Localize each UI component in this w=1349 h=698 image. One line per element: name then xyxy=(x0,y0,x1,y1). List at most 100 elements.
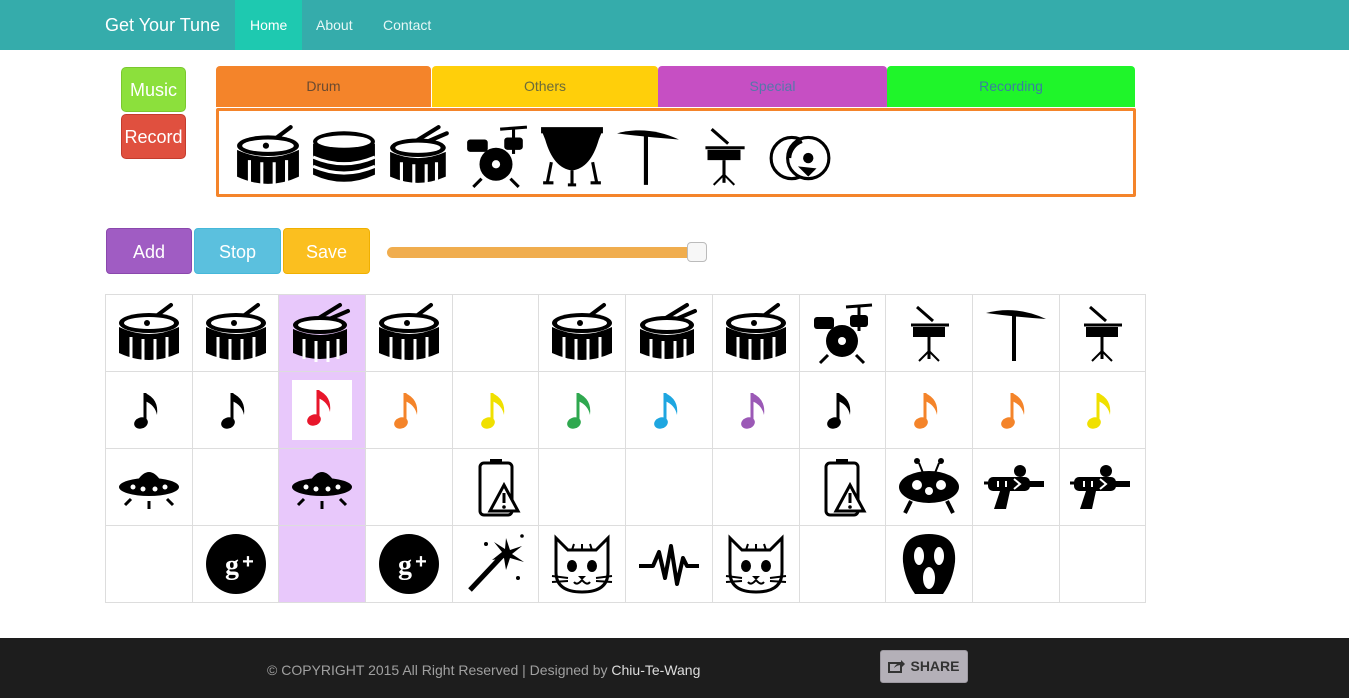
grid-cell[interactable] xyxy=(625,294,713,372)
share-button[interactable]: SHARE xyxy=(880,650,968,683)
grid-cell[interactable] xyxy=(798,448,887,526)
music-note-icon xyxy=(1060,389,1146,431)
grid-cell[interactable] xyxy=(798,371,887,449)
timpani-icon[interactable] xyxy=(539,123,605,189)
gplus-icon: g + xyxy=(378,534,439,594)
grid-cell[interactable] xyxy=(885,448,973,526)
add-button[interactable]: Add xyxy=(106,228,192,274)
grid-cell[interactable]: g + xyxy=(365,525,453,603)
grid-cell[interactable] xyxy=(365,371,453,449)
raygun-icon xyxy=(1070,465,1131,509)
grid-cell[interactable] xyxy=(278,294,367,372)
share-icon xyxy=(888,660,906,673)
grid-cell[interactable] xyxy=(451,525,540,603)
grid-cell[interactable] xyxy=(711,371,800,449)
grid-cell[interactable] xyxy=(105,448,193,526)
drum-stick-icon xyxy=(293,303,351,362)
tab-special[interactable]: Special xyxy=(658,66,887,107)
grid-cell[interactable] xyxy=(105,294,193,372)
grid-cell[interactable] xyxy=(798,294,887,372)
grid-cell[interactable] xyxy=(538,525,627,603)
svg-text:g: g xyxy=(398,550,412,581)
tab-recording[interactable]: Recording xyxy=(887,66,1135,107)
ufo-icon xyxy=(292,472,353,509)
tempo-slider-handle[interactable] xyxy=(687,242,707,262)
copyright-text: © COPYRIGHT 2015 All Right Reserved | De… xyxy=(267,662,700,678)
grid-cell[interactable] xyxy=(105,525,193,603)
grid-cell[interactable] xyxy=(971,448,1060,526)
ufo-icon xyxy=(118,472,179,509)
sequencer-grid: g + g + xyxy=(105,294,1147,603)
svg-text:+: + xyxy=(415,551,427,573)
author-link[interactable]: Chiu-Te-Wang xyxy=(611,662,700,678)
brand-logo[interactable]: Get Your Tune xyxy=(105,0,220,50)
grid-cell[interactable] xyxy=(1058,525,1147,603)
tab-drum[interactable]: Drum xyxy=(216,66,431,107)
grid-cell[interactable] xyxy=(278,448,367,526)
grid-cell[interactable] xyxy=(711,294,800,372)
grid-cell[interactable] xyxy=(278,371,367,449)
grid-row xyxy=(105,371,1147,449)
svg-text:g: g xyxy=(225,550,239,581)
drum-icon[interactable] xyxy=(235,123,301,189)
grid-cell[interactable] xyxy=(971,371,1060,449)
kit-icon xyxy=(814,303,873,365)
cymbal-icon[interactable] xyxy=(615,123,681,189)
instrument-tabs: Drum Others Special Recording xyxy=(216,66,1135,107)
grid-cell[interactable]: g + xyxy=(191,525,280,603)
navbar: Get Your Tune Home About Contact xyxy=(0,0,1349,50)
stop-button[interactable]: Stop xyxy=(194,228,281,274)
nav-contact[interactable]: Contact xyxy=(368,0,446,50)
battery-icon xyxy=(478,459,521,517)
grid-cell[interactable] xyxy=(711,525,800,603)
grid-cell[interactable] xyxy=(538,371,627,449)
grid-cell[interactable] xyxy=(711,448,800,526)
tab-others[interactable]: Others xyxy=(432,66,658,107)
record-button[interactable]: Record xyxy=(121,114,186,159)
grid-cell[interactable] xyxy=(191,448,280,526)
grid-cell[interactable] xyxy=(191,371,280,449)
grid-cell[interactable] xyxy=(971,525,1060,603)
drum-icon xyxy=(378,303,439,362)
cymbal-icon xyxy=(985,310,1046,361)
music-note-icon xyxy=(626,389,712,431)
hihat-icon[interactable] xyxy=(691,123,757,189)
snare-drum-icon[interactable] xyxy=(311,123,377,189)
music-note-icon xyxy=(973,389,1059,431)
grid-cell[interactable] xyxy=(365,294,453,372)
scream-icon xyxy=(902,534,956,594)
grid-cell[interactable] xyxy=(1058,294,1147,372)
grid-cell[interactable] xyxy=(105,371,193,449)
grid-cell[interactable] xyxy=(1058,448,1147,526)
drum-icon xyxy=(725,303,786,362)
grid-cell[interactable] xyxy=(625,525,713,603)
grid-cell[interactable] xyxy=(191,294,280,372)
grid-cell[interactable] xyxy=(625,448,713,526)
grid-cell[interactable] xyxy=(1058,371,1147,449)
tom-drum-icon[interactable] xyxy=(387,123,453,189)
grid-cell[interactable] xyxy=(625,371,713,449)
tempo-slider-track[interactable] xyxy=(387,247,707,258)
grid-cell[interactable] xyxy=(885,294,973,372)
grid-cell[interactable] xyxy=(451,448,540,526)
cd-disc-icon[interactable] xyxy=(767,123,833,189)
hihat-icon xyxy=(1084,305,1123,362)
grid-cell[interactable] xyxy=(798,525,887,603)
nav-home[interactable]: Home xyxy=(235,0,303,50)
pulse-icon xyxy=(638,544,699,586)
grid-cell[interactable] xyxy=(885,525,973,603)
grid-cell[interactable] xyxy=(451,371,540,449)
drum-kit-icon[interactable] xyxy=(463,123,529,189)
grid-cell[interactable] xyxy=(971,294,1060,372)
copyright-prefix: © COPYRIGHT 2015 All Right Reserved | De… xyxy=(267,662,612,678)
grid-cell[interactable] xyxy=(885,371,973,449)
instrument-palette xyxy=(216,108,1136,197)
grid-cell[interactable] xyxy=(278,525,367,603)
grid-cell[interactable] xyxy=(538,448,627,526)
save-button[interactable]: Save xyxy=(283,228,370,274)
grid-cell[interactable] xyxy=(451,294,540,372)
nav-about[interactable]: About xyxy=(301,0,368,50)
grid-cell[interactable] xyxy=(538,294,627,372)
music-button[interactable]: Music xyxy=(121,67,186,112)
grid-cell[interactable] xyxy=(365,448,453,526)
